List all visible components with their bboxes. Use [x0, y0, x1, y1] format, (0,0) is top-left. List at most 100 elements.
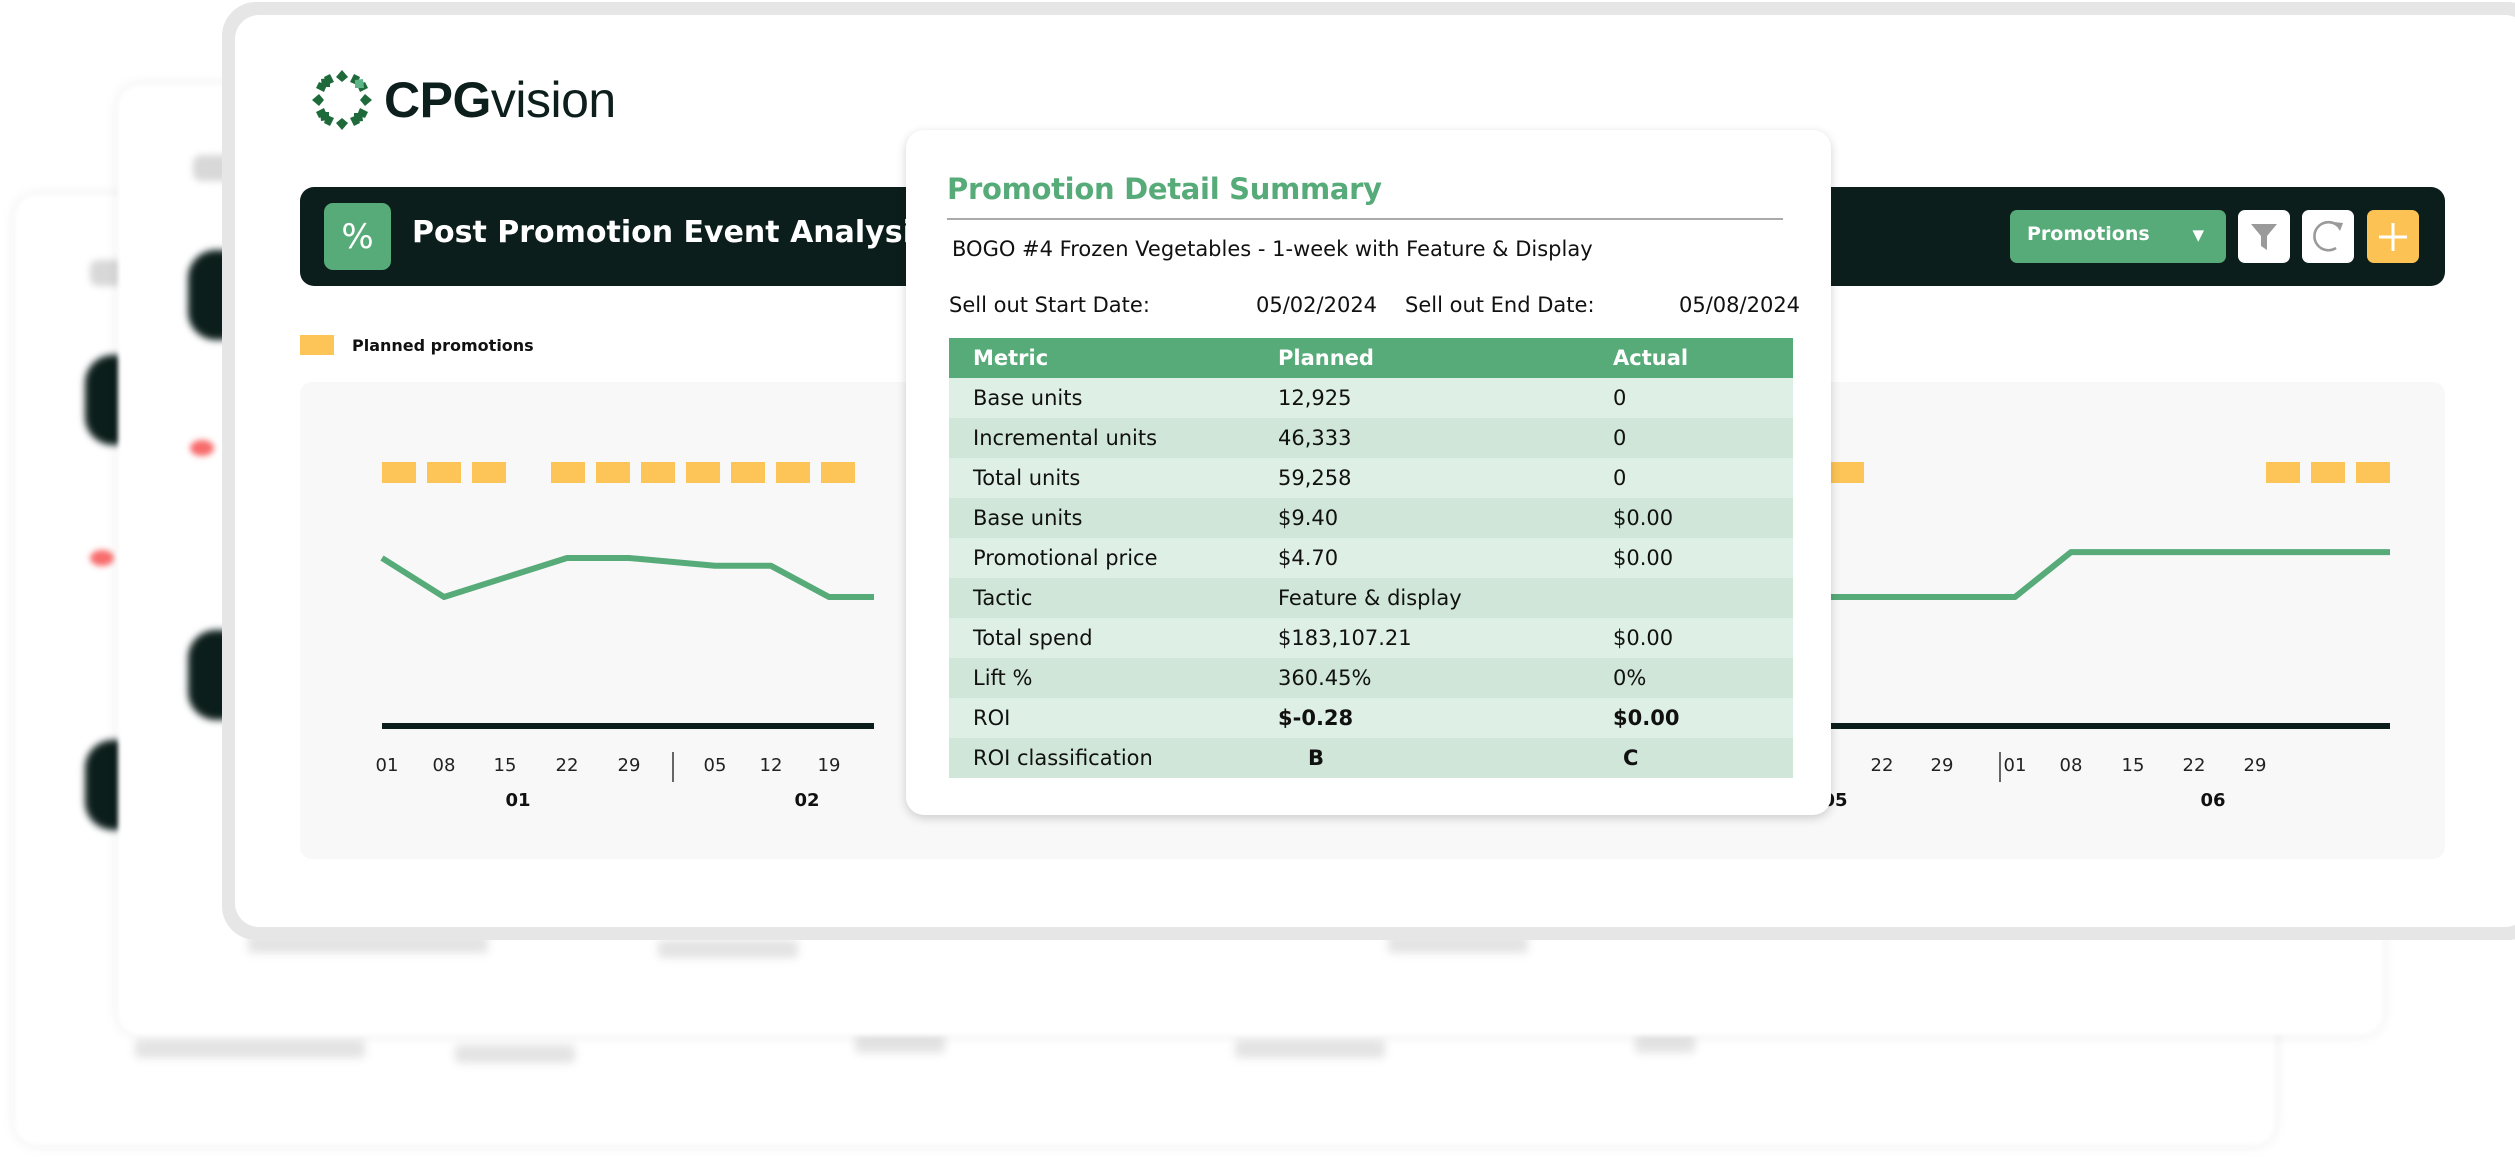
cell-actual: $0.00	[1613, 538, 1793, 578]
refresh-icon	[2313, 220, 2343, 251]
blurred-text	[455, 1045, 575, 1063]
table-row: Base units $9.40 $0.00	[949, 498, 1793, 538]
table-row: Tactic Feature & display	[949, 578, 1793, 618]
page-title: Post Promotion Event Analysis	[412, 215, 931, 250]
cell-planned: 12,925	[1278, 378, 1613, 418]
brand-name-bold: CPG	[384, 72, 491, 128]
chart-legend: Planned promotions	[300, 335, 534, 355]
cell-planned: $183,107.21	[1278, 618, 1613, 658]
cell-actual: 0	[1613, 418, 1793, 458]
cell-planned: $-0.28	[1278, 698, 1613, 738]
timeline-baseline	[1830, 723, 2390, 729]
x-tick-label: 01	[376, 755, 399, 776]
x-tick-label: 19	[818, 755, 841, 776]
planned-promotion-block	[686, 462, 720, 483]
cell-metric: Lift %	[949, 658, 1278, 698]
cell-actual: 0	[1613, 458, 1793, 498]
plus-icon	[2379, 222, 2407, 251]
cell-metric: Base units	[949, 378, 1278, 418]
add-button[interactable]	[2367, 210, 2419, 263]
cell-planned: $9.40	[1278, 498, 1613, 538]
end-date-value: 05/08/2024	[1679, 293, 1801, 317]
caret-down-icon: ▼	[2192, 226, 2204, 244]
promotions-dropdown-value: Promotions	[2027, 223, 2150, 245]
x-tick-label: 08	[433, 755, 456, 776]
cell-metric: Promotional price	[949, 538, 1278, 578]
table-row: Lift % 360.45% 0%	[949, 658, 1793, 698]
cell-actual	[1613, 578, 1793, 618]
blurred-text	[855, 1035, 945, 1053]
column-header-actual: Actual	[1613, 338, 1793, 378]
cell-metric: Total spend	[949, 618, 1278, 658]
series-line-right	[1830, 549, 2390, 600]
cell-metric: Base units	[949, 498, 1278, 538]
table-row: Incremental units 46,333 0	[949, 418, 1793, 458]
start-date-value: 05/02/2024	[1256, 293, 1378, 317]
cell-actual: $0.00	[1613, 498, 1793, 538]
table-row: Total spend $183,107.21 $0.00	[949, 618, 1793, 658]
series-line-left	[380, 555, 874, 600]
table-header-row: Metric Planned Actual	[949, 338, 1793, 378]
cell-actual: 0%	[1613, 658, 1793, 698]
timeline-baseline	[382, 723, 874, 729]
month-label: 01	[505, 790, 530, 811]
brand-name: CPGvision	[384, 71, 616, 129]
promotion-detail-popup: Promotion Detail Summary BOGO #4 Frozen …	[906, 130, 1831, 815]
cell-planned: B	[1278, 738, 1613, 778]
cell-metric: Tactic	[949, 578, 1278, 618]
cell-planned: 59,258	[1278, 458, 1613, 498]
table-row: Promotional price $4.70 $0.00	[949, 538, 1793, 578]
promotion-name: BOGO #4 Frozen Vegetables - 1-week with …	[952, 237, 1593, 261]
month-separator	[1999, 752, 2001, 782]
planned-promotion-block	[776, 462, 810, 483]
x-tick-label: 05	[704, 755, 727, 776]
blurred-status-dot	[190, 440, 214, 456]
filter-button[interactable]	[2238, 210, 2290, 263]
cell-planned: 46,333	[1278, 418, 1613, 458]
column-header-planned: Planned	[1278, 338, 1613, 378]
x-tick-label: 15	[494, 755, 517, 776]
cell-metric: Incremental units	[949, 418, 1278, 458]
end-date-label: Sell out End Date:	[1405, 293, 1595, 317]
x-tick-label: 22	[556, 755, 579, 776]
planned-promotion-block	[472, 462, 506, 483]
refresh-button[interactable]	[2302, 210, 2354, 263]
x-tick-label: 15	[2122, 755, 2145, 776]
cell-actual: $0.00	[1613, 698, 1793, 738]
cell-actual: 0	[1613, 378, 1793, 418]
filter-icon	[2251, 223, 2277, 250]
x-tick-label: 22	[2183, 755, 2206, 776]
promotion-metrics-table: Metric Planned Actual Base units 12,925 0 I…	[949, 338, 1793, 778]
month-label: 06	[2200, 790, 2225, 811]
x-tick-label: 29	[1931, 755, 1954, 776]
brand-logo: CPGvision	[310, 68, 616, 132]
x-tick-label: 12	[760, 755, 783, 776]
planned-promotion-block	[2311, 462, 2345, 483]
month-separator	[672, 752, 674, 782]
table-row: ROI $-0.28 $0.00	[949, 698, 1793, 738]
planned-promotion-block	[596, 462, 630, 483]
x-tick-label: 29	[2244, 755, 2267, 776]
popup-divider	[947, 218, 1783, 220]
legend-label: Planned promotions	[352, 335, 534, 355]
planned-promotion-block	[641, 462, 675, 483]
blurred-status-dot	[90, 550, 114, 566]
planned-promotion-block	[2266, 462, 2300, 483]
planned-promotion-block	[382, 462, 416, 483]
x-tick-label: 29	[618, 755, 641, 776]
blurred-text	[1635, 1035, 1695, 1053]
x-tick-label: 22	[1871, 755, 1894, 776]
planned-promotion-block	[821, 462, 855, 483]
planned-promotion-block	[2356, 462, 2390, 483]
table-row: ROI classification B C	[949, 738, 1793, 778]
cell-actual: $0.00	[1613, 618, 1793, 658]
legend-swatch-planned-promotions	[300, 335, 334, 355]
month-label: 02	[794, 790, 819, 811]
percent-icon: %	[324, 203, 391, 270]
popup-title: Promotion Detail Summary	[947, 172, 1382, 206]
column-header-metric: Metric	[949, 338, 1278, 378]
promotions-dropdown[interactable]: Promotions ▼	[2010, 210, 2226, 263]
table-row: Total units 59,258 0	[949, 458, 1793, 498]
x-tick-label: 08	[2060, 755, 2083, 776]
cell-planned: Feature & display	[1278, 578, 1613, 618]
